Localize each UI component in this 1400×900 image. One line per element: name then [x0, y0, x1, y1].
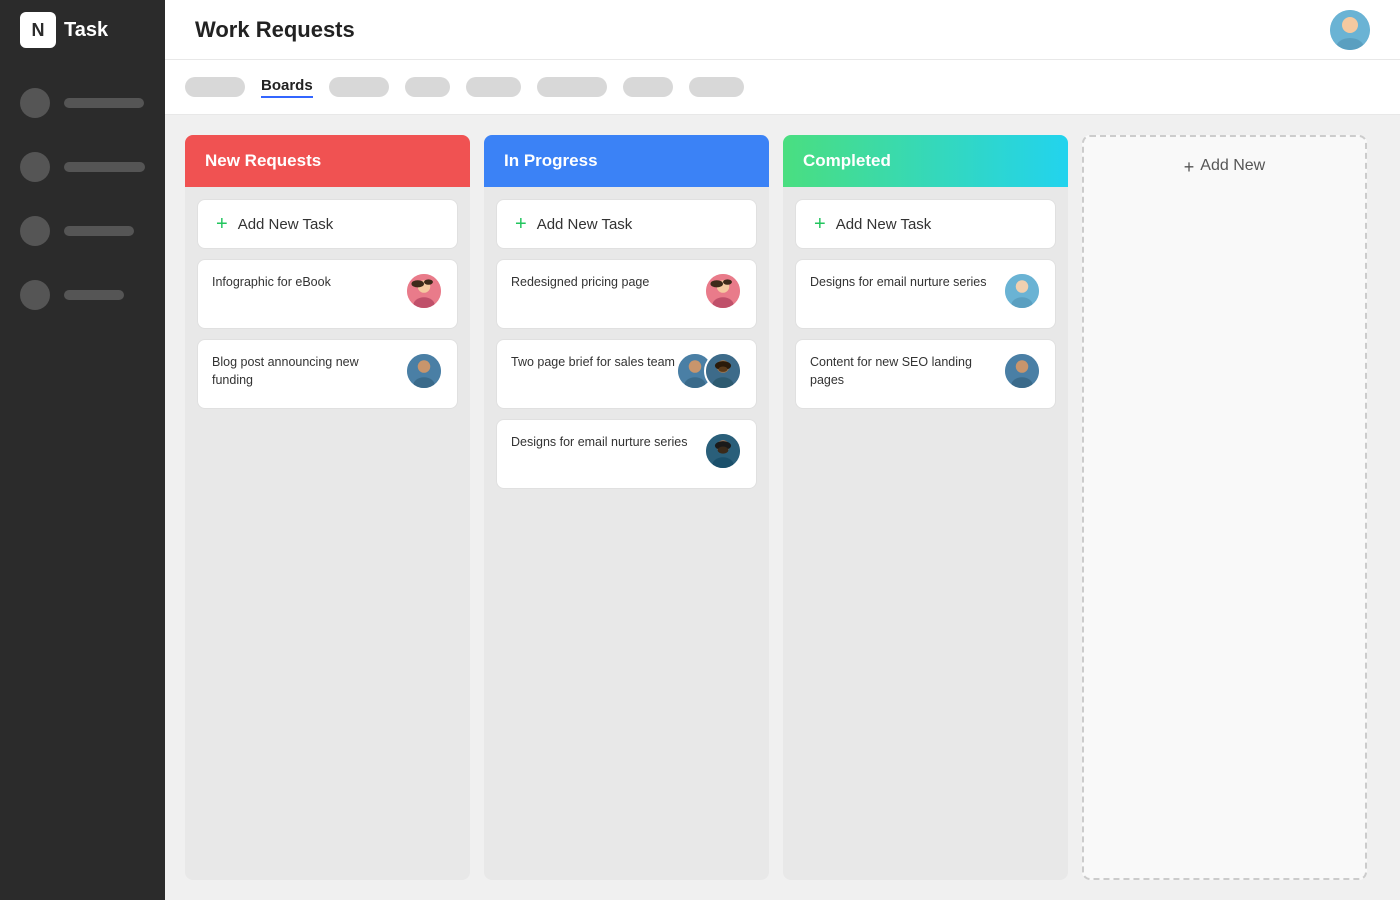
- task-avatars: [405, 352, 443, 390]
- sidebar-item-3[interactable]: [0, 208, 165, 254]
- sidebar-line: [64, 290, 124, 300]
- task-card[interactable]: Blog post announcing new funding: [197, 339, 458, 409]
- tab-pill-4[interactable]: [466, 77, 521, 97]
- plus-icon: +: [216, 214, 228, 234]
- sidebar-dot: [20, 152, 50, 182]
- tab-boards[interactable]: Boards: [261, 77, 313, 98]
- sidebar-item-1[interactable]: [0, 80, 165, 126]
- logo-icon: N: [20, 12, 56, 48]
- column-in-progress: In Progress + Add New Task Redesigned pr…: [484, 135, 769, 880]
- sidebar-dot: [20, 216, 50, 246]
- column-body-in-progress: + Add New Task Redesigned pricing page: [484, 187, 769, 880]
- column-new-requests: New Requests + Add New Task Infographic …: [185, 135, 470, 880]
- task-avatar: [704, 272, 742, 310]
- task-avatar: [405, 272, 443, 310]
- main-content: Work Requests Boards New Requests: [165, 0, 1400, 900]
- sidebar: N Task: [0, 0, 165, 900]
- task-avatars: [1003, 272, 1041, 310]
- tab-pill-6[interactable]: [623, 77, 673, 97]
- column-header-new-requests: New Requests: [185, 135, 470, 187]
- task-avatars: [704, 272, 742, 310]
- user-avatar[interactable]: [1330, 10, 1370, 50]
- sidebar-line: [64, 98, 144, 108]
- board-area: New Requests + Add New Task Infographic …: [165, 115, 1400, 900]
- tab-pill-2[interactable]: [329, 77, 389, 97]
- task-avatar: [1003, 352, 1041, 390]
- task-avatars: [704, 432, 742, 470]
- add-new-column[interactable]: + Add New: [1082, 135, 1367, 880]
- logo-text: Task: [64, 19, 108, 42]
- column-body-completed: + Add New Task Designs for email nurture…: [783, 187, 1068, 880]
- sidebar-line: [64, 162, 145, 172]
- logo[interactable]: N Task: [0, 0, 165, 60]
- task-card[interactable]: Two page brief for sales team: [496, 339, 757, 409]
- add-task-button-completed[interactable]: + Add New Task: [795, 199, 1056, 249]
- column-header-in-progress: In Progress: [484, 135, 769, 187]
- tab-pill-5[interactable]: [537, 77, 607, 97]
- sidebar-nav: [0, 60, 165, 338]
- tabs-bar: Boards: [165, 60, 1400, 115]
- tab-pill-3[interactable]: [405, 77, 450, 97]
- column-body-new-requests: + Add New Task Infographic for eBook: [185, 187, 470, 880]
- add-task-button-new-requests[interactable]: + Add New Task: [197, 199, 458, 249]
- task-avatars: [1003, 352, 1041, 390]
- page-title: Work Requests: [195, 17, 355, 43]
- tab-pill-1[interactable]: [185, 77, 245, 97]
- add-new-plus-icon: +: [1184, 157, 1195, 178]
- task-card[interactable]: Designs for email nurture series: [795, 259, 1056, 329]
- task-card[interactable]: Designs for email nurture series: [496, 419, 757, 489]
- task-avatar: [704, 352, 742, 390]
- column-completed: Completed + Add New Task Designs for ema…: [783, 135, 1068, 880]
- add-task-button-in-progress[interactable]: + Add New Task: [496, 199, 757, 249]
- tab-pill-7[interactable]: [689, 77, 744, 97]
- sidebar-line: [64, 226, 134, 236]
- sidebar-item-4[interactable]: [0, 272, 165, 318]
- task-avatar: [405, 352, 443, 390]
- sidebar-dot: [20, 88, 50, 118]
- task-card[interactable]: Infographic for eBook: [197, 259, 458, 329]
- task-avatar: [1003, 272, 1041, 310]
- plus-icon: +: [814, 214, 826, 234]
- task-avatars: [676, 352, 742, 390]
- task-card[interactable]: Content for new SEO landing pages: [795, 339, 1056, 409]
- task-card[interactable]: Redesigned pricing page: [496, 259, 757, 329]
- header: Work Requests: [165, 0, 1400, 60]
- task-avatar: [704, 432, 742, 470]
- sidebar-item-2[interactable]: [0, 144, 165, 190]
- sidebar-dot: [20, 280, 50, 310]
- column-header-completed: Completed: [783, 135, 1068, 187]
- plus-icon: +: [515, 214, 527, 234]
- task-avatars: [405, 272, 443, 310]
